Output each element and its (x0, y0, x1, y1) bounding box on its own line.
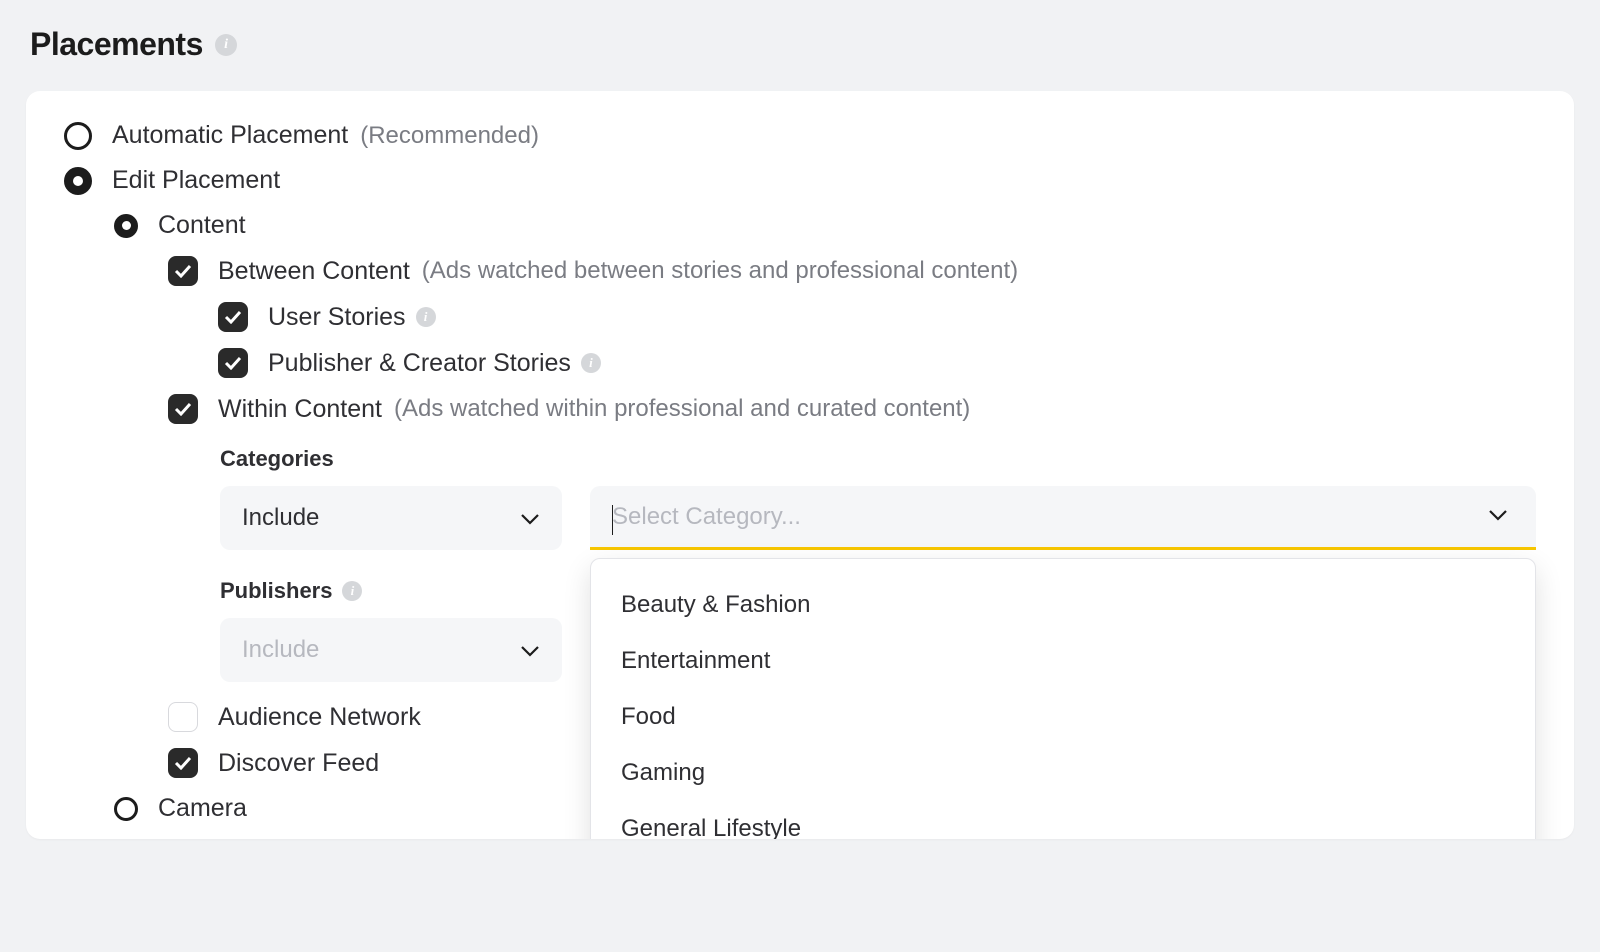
category-option[interactable]: Beauty & Fashion (591, 577, 1535, 633)
info-icon[interactable]: i (215, 34, 237, 56)
radio-content[interactable] (114, 214, 138, 238)
category-dropdown: Beauty & Fashion Entertainment Food Gami… (590, 558, 1536, 839)
radio-edit[interactable] (64, 167, 92, 195)
publisher-creator-stories-label: Publisher & Creator Stories (268, 349, 571, 378)
within-content-row[interactable]: Within Content (Ads watched within profe… (64, 394, 1536, 424)
publishers-heading-text: Publishers (220, 578, 332, 604)
info-icon[interactable]: i (581, 353, 601, 373)
category-option[interactable]: General Lifestyle (591, 801, 1535, 839)
automatic-placement-hint: (Recommended) (360, 122, 539, 150)
section-title-text: Placements (30, 26, 203, 63)
between-content-label: Between Content (218, 257, 410, 286)
camera-label: Camera (158, 794, 247, 823)
user-stories-row[interactable]: User Stories i (64, 302, 1536, 332)
checkbox-user-stories[interactable] (218, 302, 248, 332)
categories-include-select[interactable]: Include (220, 486, 562, 550)
edit-placement-label: Edit Placement (112, 166, 280, 195)
edit-placement-row[interactable]: Edit Placement (64, 166, 1536, 195)
discover-feed-label: Discover Feed (218, 749, 379, 778)
text-caret (612, 505, 613, 535)
checkbox-between-content[interactable] (168, 256, 198, 286)
publishers-include-select[interactable]: Include (220, 618, 562, 682)
audience-network-label: Audience Network (218, 703, 421, 732)
category-option[interactable]: Food (591, 689, 1535, 745)
user-stories-label: User Stories (268, 303, 406, 332)
categories-heading-text: Categories (220, 446, 334, 472)
category-combobox[interactable]: Select Category... (590, 486, 1536, 550)
within-content-hint: (Ads watched within professional and cur… (394, 395, 970, 423)
chevron-down-icon (520, 636, 540, 664)
chevron-down-icon (520, 504, 540, 532)
automatic-placement-row[interactable]: Automatic Placement (Recommended) (64, 121, 1536, 150)
between-content-row[interactable]: Between Content (Ads watched between sto… (64, 256, 1536, 286)
radio-automatic[interactable] (64, 122, 92, 150)
content-row[interactable]: Content (64, 211, 1536, 240)
category-placeholder: Select Category... (612, 503, 801, 531)
automatic-placement-label: Automatic Placement (112, 121, 348, 150)
categories-include-value: Include (242, 504, 319, 532)
section-title: Placements i (26, 0, 1574, 91)
category-option[interactable]: Gaming (591, 745, 1535, 801)
content-label: Content (158, 211, 246, 240)
publisher-creator-stories-row[interactable]: Publisher & Creator Stories i (64, 348, 1536, 378)
info-icon[interactable]: i (342, 581, 362, 601)
checkbox-publisher-creator-stories[interactable] (218, 348, 248, 378)
radio-camera[interactable] (114, 797, 138, 821)
within-content-label: Within Content (218, 395, 382, 424)
checkbox-audience-network[interactable] (168, 702, 198, 732)
info-icon[interactable]: i (416, 307, 436, 327)
publishers-include-value: Include (242, 636, 319, 664)
categories-heading: Categories (220, 446, 1536, 472)
chevron-down-icon (1488, 508, 1508, 526)
category-placeholder-text: Select Category... (612, 503, 801, 530)
placements-card: Automatic Placement (Recommended) Edit P… (26, 91, 1574, 839)
between-content-hint: (Ads watched between stories and profess… (422, 257, 1018, 285)
checkbox-within-content[interactable] (168, 394, 198, 424)
category-option[interactable]: Entertainment (591, 633, 1535, 689)
checkbox-discover-feed[interactable] (168, 748, 198, 778)
